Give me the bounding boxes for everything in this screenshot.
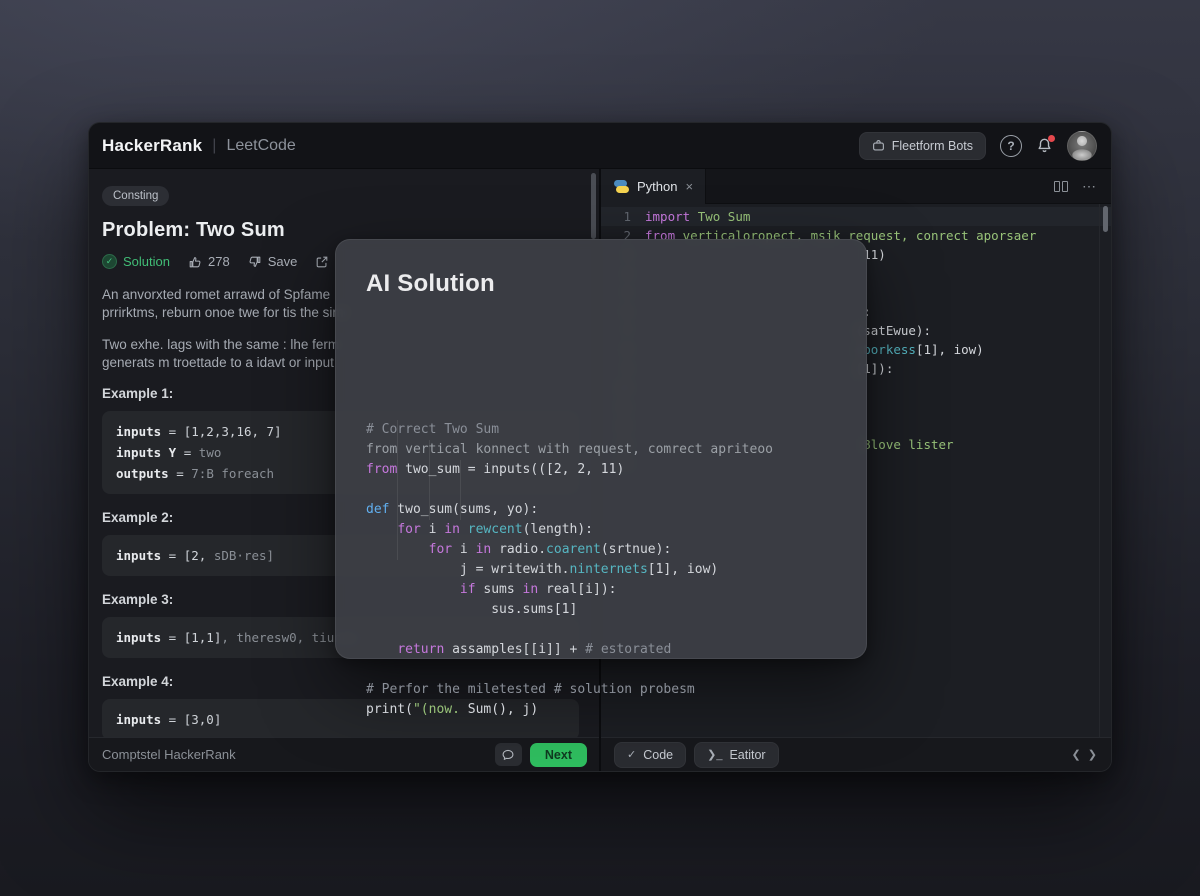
modal-code-line: j = writewith.ninternets[1], iow) [366,560,836,580]
modal-code-line: # Perfor the miletested # solution probe… [366,680,836,700]
like-count: 278 [208,254,230,269]
modal-title: AI Solution [366,270,836,298]
left-footer-actions: Next [495,743,587,767]
editor-scrollbar[interactable] [1103,206,1108,232]
indent-guide [397,420,398,560]
notification-dot [1048,135,1055,142]
modal-code-line: if sums in real[i]): [366,580,836,600]
modal-code-line: for i in radio.coarent(srtnue): [366,540,836,560]
left-panel-scrollbar[interactable] [591,173,596,239]
split-view-icon[interactable] [1054,181,1068,192]
modal-code-line: for i in rewcent(length): [366,520,836,540]
app-window: HackerRank | LeetCode Fleetform Bots ? C… [88,122,1112,772]
notifications-button[interactable] [1036,137,1053,154]
tab-python[interactable]: Python × [601,169,706,204]
tab-python-label: Python [637,179,677,194]
left-footer: Comptstel HackerRank Next [89,737,599,771]
view-toggles: ✓ Code ❯_ Eatitor [614,742,779,768]
like-button[interactable]: 278 [188,254,230,269]
indent-guide [460,460,461,520]
ai-solution-modal: AI Solution # Correct Two Sumfrom vertic… [335,239,867,659]
check-circle-icon: ✓ [102,254,117,269]
modal-code-line: sus.sums[1] [366,600,836,620]
next-button[interactable]: Next [530,743,587,767]
editor-toggle-label: Eatitor [729,748,765,762]
python-icon [614,179,629,194]
modal-code-line [366,660,836,680]
avatar[interactable] [1067,131,1097,161]
modal-code-line [366,620,836,640]
modal-code-line: print("(now. Sum(), j) [366,700,836,720]
thumb-down-icon [248,255,262,269]
modal-code-line: from two_sum = inputs(([2, 2, 11) [366,460,836,480]
save-button[interactable]: Save [248,254,298,269]
save-label: Save [268,254,298,269]
editor-tab-bar: Python × ⋯ [601,169,1111,204]
product-name: LeetCode [226,137,295,155]
fleetform-bots-label: Fleetform Bots [892,139,973,153]
help-button[interactable]: ? [1000,135,1022,157]
editor-scroll-rail [1099,204,1111,737]
modal-code-line [366,480,836,500]
modal-code-line: # Correct Two Sum [366,420,836,440]
status-text: Comptstel HackerRank [102,747,236,762]
tab-bar-actions: ⋯ [1054,178,1111,195]
brand-divider: | [212,137,216,155]
chat-bubble-icon [501,748,515,762]
editor-line: 1import Two Sum [601,207,1111,226]
solution-button[interactable]: ✓ Solution [102,254,170,269]
modal-code: # Correct Two Sumfrom vertical konnect w… [366,320,836,720]
app-header: HackerRank | LeetCode Fleetform Bots ? [89,123,1111,169]
solution-label: Solution [123,254,170,269]
modal-code-line: return assamples[[i]] + # estorated [366,640,836,660]
brand-logo: HackerRank | LeetCode [102,136,296,156]
question-icon: ? [1007,139,1014,153]
header-actions: Fleetform Bots ? [859,131,1097,161]
external-link-icon [315,255,329,269]
code-toggle-button[interactable]: ✓ Code [614,742,686,768]
briefcase-icon [872,139,885,152]
indent-guide [429,440,430,520]
modal-code-line: from vertical konnect with request, comr… [366,440,836,460]
editor-toggle-button[interactable]: ❯_ Eatitor [694,742,778,768]
category-badge: Consting [102,186,169,206]
thumb-up-icon [188,255,202,269]
modal-code-line: def two_sum(sums, yo): [366,500,836,520]
check-icon: ✓ [627,748,636,761]
brand-name: HackerRank [102,136,202,156]
terminal-icon: ❯_ [707,748,722,761]
fleetform-bots-button[interactable]: Fleetform Bots [859,132,986,160]
close-icon[interactable]: × [685,179,693,194]
angle-brackets-icon[interactable]: ❮ ❯ [1072,748,1100,761]
code-toggle-label: Code [643,748,673,762]
right-footer: ✓ Code ❯_ Eatitor ❮ ❯ [601,737,1111,771]
share-button[interactable] [315,255,329,269]
line-number: 1 [601,207,645,226]
chat-button[interactable] [495,743,522,766]
ellipsis-icon[interactable]: ⋯ [1082,178,1097,195]
